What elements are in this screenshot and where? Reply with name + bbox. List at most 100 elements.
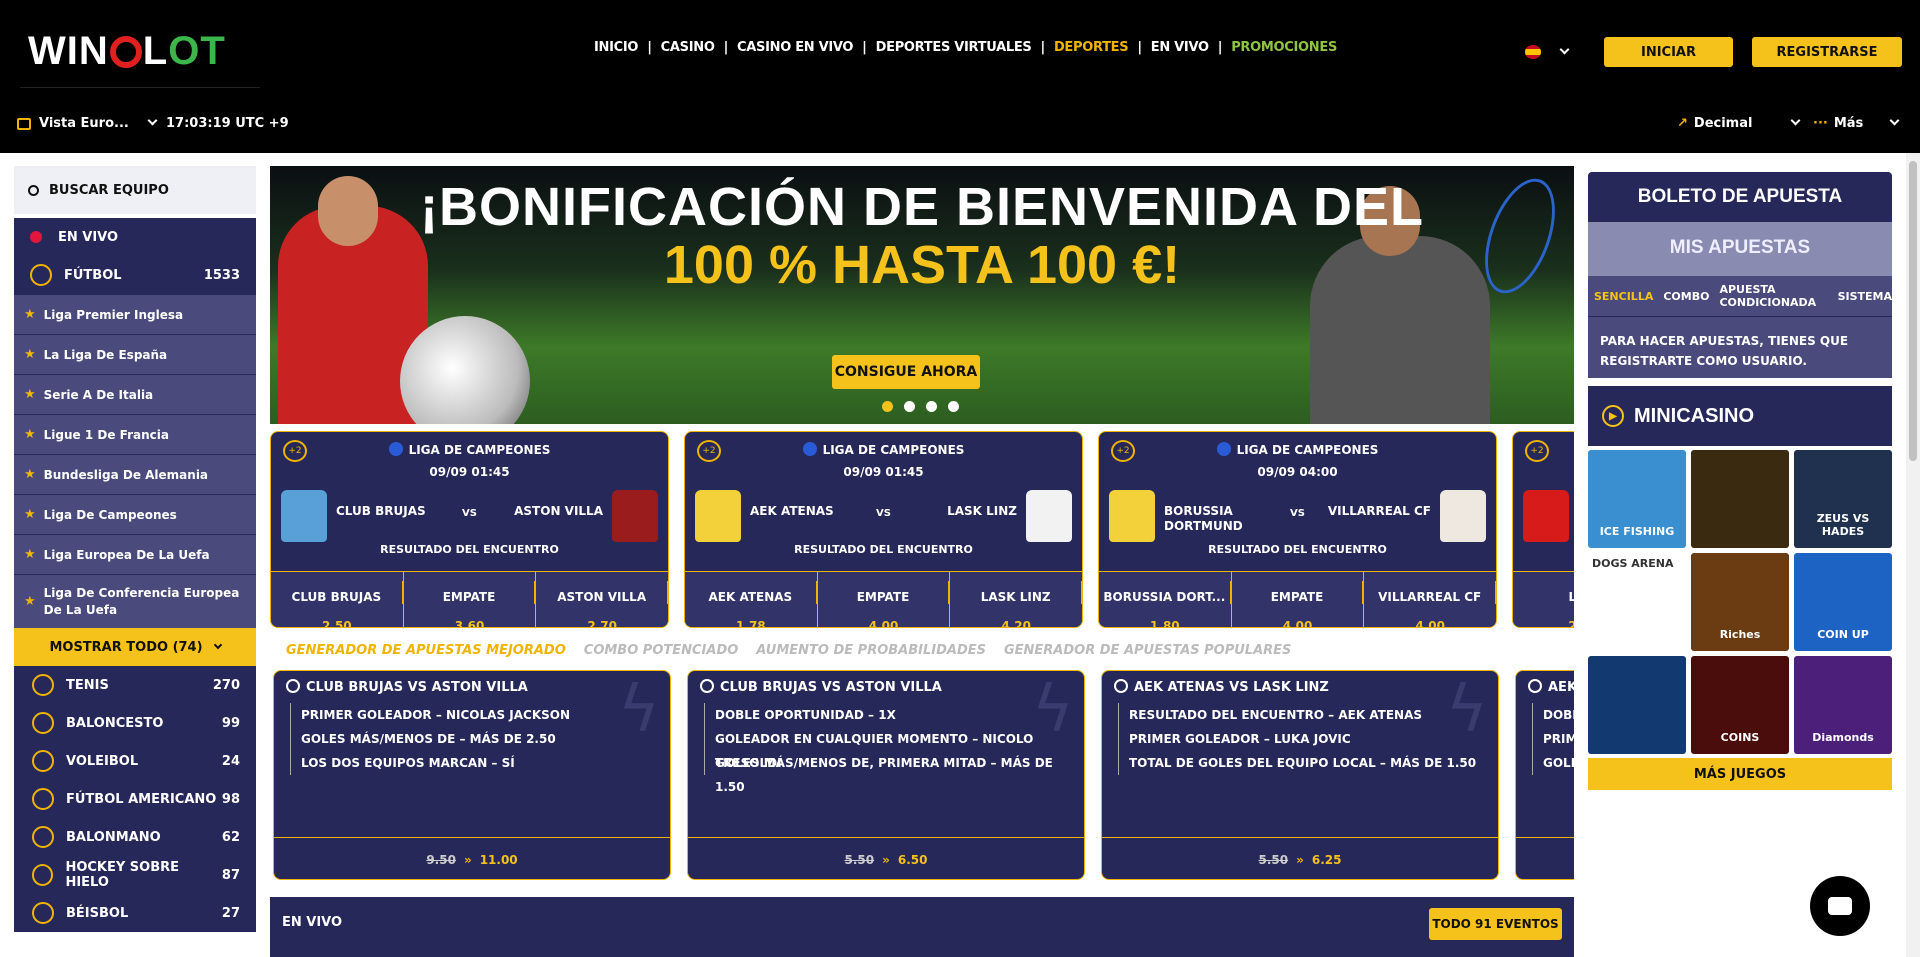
odds-button[interactable]: LASK LINZ 4.20 xyxy=(950,572,1082,627)
match-card[interactable]: +2 LIGA DE CAMPEONES 09/09 04:00 BORUSSIA D… xyxy=(1098,431,1497,628)
away-team: ASTON VILLA xyxy=(514,504,603,518)
odds-label: VILLARREAL CF xyxy=(1364,581,1496,604)
odds-button[interactable]: ASTON VILLA 2.70 xyxy=(536,572,668,627)
casino-game-tile[interactable]: ZEUS VS HADES xyxy=(1794,450,1892,548)
football-icon xyxy=(30,264,52,286)
odds-button[interactable]: EMPATE 4.00 xyxy=(1232,572,1365,627)
casino-game-tile[interactable]: Diamonds xyxy=(1794,656,1892,754)
team-search[interactable]: BUSCAR EQUIPO xyxy=(14,166,256,214)
star-icon: ★ xyxy=(24,547,36,562)
bet-builder-odds[interactable]: » xyxy=(1516,837,1574,879)
star-icon: ★ xyxy=(24,507,36,522)
bet-type-tab[interactable]: SENCILLA xyxy=(1594,290,1653,303)
odds-format-selector[interactable]: ↗ Decimal xyxy=(1677,115,1801,131)
casino-game-tile[interactable] xyxy=(1588,656,1686,754)
sidebar-league-label: Liga De Campeones xyxy=(43,507,177,522)
more-menu[interactable]: ··· Más xyxy=(1813,115,1900,131)
sidebar-item-football[interactable]: FÚTBOL 1533 xyxy=(14,256,256,294)
odds-button[interactable]: EMPATE 3.60 xyxy=(404,572,537,627)
sidebar-league-item[interactable]: ★ La Liga De España xyxy=(14,334,256,374)
bet-builder-card[interactable]: ϟAEK ATDOBLE OPRIMERGOLEAD» xyxy=(1515,670,1574,880)
all-events-button[interactable]: TODO 91 EVENTOS xyxy=(1429,908,1562,940)
odds-button[interactable]: EMPATE 4.00 xyxy=(818,572,951,627)
sidebar-league-item[interactable]: ★ Liga Europea De La Uefa xyxy=(14,534,256,574)
sidebar-sport-item[interactable]: BALONMANO 62 xyxy=(14,818,256,856)
nav-en-vivo[interactable]: EN VIVO xyxy=(1151,40,1209,55)
sidebar-sport-item[interactable]: HOCKEY SOBRE HIELO 87 xyxy=(14,856,256,894)
bet-builder-card[interactable]: ϟ AEK ATENAS VS LASK LINZ RESULTADO DEL EN… xyxy=(1101,670,1499,880)
odds-label: LASK LINZ xyxy=(950,581,1082,604)
banner-cta-button[interactable]: CONSIGUE AHORA xyxy=(832,355,980,389)
bet-builder-tab[interactable]: GENERADOR DE APUESTAS POPULARES xyxy=(1004,643,1291,658)
my-bets-tab[interactable]: MIS APUESTAS xyxy=(1588,222,1892,276)
odds-button[interactable]: LIL 2.2 xyxy=(1513,572,1574,627)
odds-button[interactable]: VILLARREAL CF 4.00 xyxy=(1364,572,1496,627)
bet-builder-card[interactable]: ϟ CLUB BRUJAS VS ASTON VILLA DOBLE OPORTUN… xyxy=(687,670,1085,880)
scrollbar-thumb[interactable] xyxy=(1909,161,1917,461)
nav-deportes-virtuales[interactable]: DEPORTES VIRTUALES xyxy=(876,40,1032,55)
carousel-dot[interactable] xyxy=(904,401,915,412)
sidebar-sport-count: 98 xyxy=(221,791,240,807)
sidebar-item-live[interactable]: EN VIVO xyxy=(14,218,256,256)
sidebar-sport-item[interactable]: BÉISBOL 27 xyxy=(14,894,256,932)
odds-value: 2.2 xyxy=(1513,610,1574,627)
casino-game-tile[interactable]: DOGS ARENA xyxy=(1588,553,1686,651)
nav-casino[interactable]: CASINO xyxy=(661,40,715,55)
sidebar-league-item[interactable]: ★ Bundesliga De Alemania xyxy=(14,454,256,494)
casino-game-tile[interactable]: COINS xyxy=(1691,656,1789,754)
odds-button[interactable]: CLUB BRUJAS 2.50 xyxy=(271,572,404,627)
odds-button[interactable]: AEK ATENAS 1.78 xyxy=(685,572,818,627)
minicasino-header: ▶ MINICASINO xyxy=(1588,386,1892,446)
match-card[interactable]: +2LIL2.2 xyxy=(1512,431,1574,628)
nav-promociones[interactable]: PROMOCIONES xyxy=(1231,40,1337,55)
nav-deportes[interactable]: DEPORTES xyxy=(1054,40,1129,55)
view-selector[interactable]: Vista Euro... xyxy=(17,115,158,131)
chat-button[interactable] xyxy=(1810,876,1870,936)
carousel-dot[interactable] xyxy=(882,401,893,412)
bet-builder-tab[interactable]: GENERADOR DE APUESTAS MEJORADO xyxy=(286,643,566,658)
winolot-logo[interactable]: WIN L OT xyxy=(28,29,226,74)
bet-builder-tab[interactable]: AUMENTO DE PROBABILIDADES xyxy=(756,643,986,658)
sidebar-league-item[interactable]: ★ Serie A De Italia xyxy=(14,374,256,414)
bet-type-tab[interactable]: APUESTA CONDICIONADA xyxy=(1719,283,1827,309)
carousel-dot[interactable] xyxy=(926,401,937,412)
casino-game-tile[interactable] xyxy=(1691,450,1789,548)
more-games-button[interactable]: MÁS JUEGOS xyxy=(1588,758,1892,790)
language-chevron-down-icon[interactable] xyxy=(1559,44,1570,55)
chevron-down-icon xyxy=(213,640,222,650)
odds-button[interactable]: BORUSSIA DORT... 1.80 xyxy=(1099,572,1232,627)
sidebar-league-item[interactable]: ★ Liga Premier Inglesa xyxy=(14,294,256,334)
bet-leg: PRIMER GOLEADOR – LUKA JOVIC xyxy=(1118,727,1476,751)
show-all-button[interactable]: MOSTRAR TODO (74) xyxy=(14,628,256,666)
sidebar-league-item[interactable]: ★ Liga De Conferencia Europea De La Uefa xyxy=(14,574,256,628)
bet-builder-odds[interactable]: 5.50 » 6.25 xyxy=(1102,837,1498,879)
sidebar-sport-item[interactable]: VOLEIBOL 24 xyxy=(14,742,256,780)
sidebar-league-item[interactable]: ★ Liga De Campeones xyxy=(14,494,256,534)
casino-game-tile[interactable]: ICE FISHING xyxy=(1588,450,1686,548)
nav-casino-en-vivo[interactable]: CASINO EN VIVO xyxy=(737,40,853,55)
nav-separator: | xyxy=(1137,40,1142,55)
bet-builder-tab[interactable]: COMBO POTENCIADO xyxy=(584,643,739,658)
match-card[interactable]: +2 LIGA DE CAMPEONES 09/09 01:45 AEK ATENAS… xyxy=(684,431,1083,628)
sidebar-league-item[interactable]: ★ Ligue 1 De Francia xyxy=(14,414,256,454)
sidebar-sport-item[interactable]: BALONCESTO 99 xyxy=(14,704,256,742)
spain-flag-icon[interactable] xyxy=(1525,45,1541,59)
register-button[interactable]: REGISTRARSE xyxy=(1752,37,1902,67)
sidebar-sport-item[interactable]: FÚTBOL AMERICANO 98 xyxy=(14,780,256,818)
casino-game-tile[interactable]: Riches xyxy=(1691,553,1789,651)
bet-builder-odds[interactable]: 5.50 » 6.50 xyxy=(688,837,1084,879)
bet-type-tab[interactable]: SISTEMA xyxy=(1838,290,1892,303)
casino-game-tile[interactable]: COIN UP xyxy=(1794,553,1892,651)
bet-builder-title: AEK AT xyxy=(1528,679,1574,695)
bet-builder-card[interactable]: ϟ CLUB BRUJAS VS ASTON VILLA PRIMER GOLEAD… xyxy=(273,670,671,880)
page-scrollbar[interactable] xyxy=(1906,153,1920,957)
promo-banner[interactable]: ¡BONIFICACIÓN DE BIENVENIDA DEL 100 % HA… xyxy=(270,166,1574,424)
sidebar-league-label: La Liga De España xyxy=(43,347,168,362)
match-card[interactable]: +2 LIGA DE CAMPEONES 09/09 01:45 CLUB BRUJA… xyxy=(270,431,669,628)
bet-type-tab[interactable]: COMBO xyxy=(1663,290,1709,303)
carousel-dot[interactable] xyxy=(948,401,959,412)
nav-inicio[interactable]: INICIO xyxy=(594,40,638,55)
login-button[interactable]: INICIAR xyxy=(1604,37,1733,67)
sidebar-sport-item[interactable]: TENIS 270 xyxy=(14,666,256,704)
bet-builder-odds[interactable]: 9.50 » 11.00 xyxy=(274,837,670,879)
